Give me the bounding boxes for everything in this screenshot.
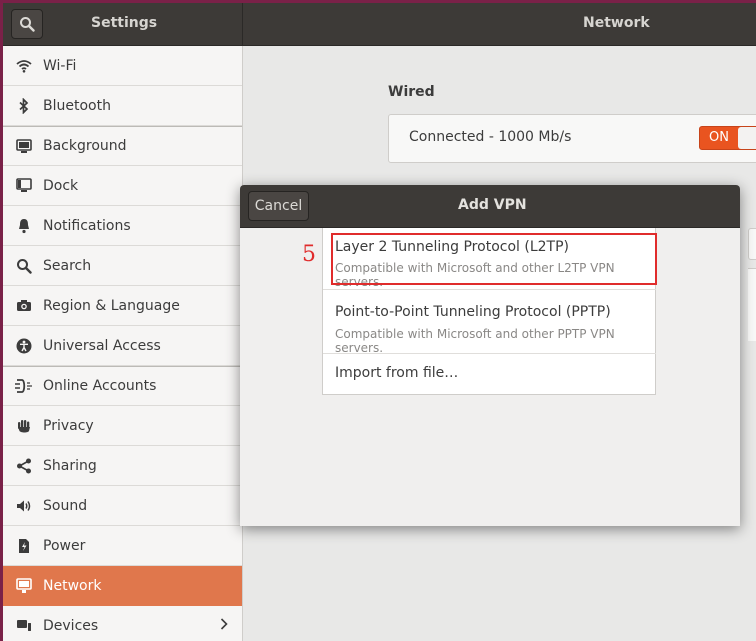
online-accounts-icon [15, 377, 33, 395]
dialog-title: Add VPN [458, 197, 527, 213]
sidebar-item-label: Background [43, 138, 127, 154]
vpn-option-description: Compatible with Microsoft and other PPTP… [335, 327, 615, 355]
vpn-option-import[interactable]: Import from file… [323, 354, 656, 394]
proxy-card-edge [748, 268, 756, 341]
camera-icon [15, 297, 33, 315]
sidebar-item-label: Region & Language [43, 297, 180, 314]
wired-status-text: Connected - 1000 Mb/s [409, 129, 572, 145]
sidebar-header: Settings [3, 3, 243, 45]
vpn-option-pptp[interactable]: Point-to-Point Tunneling Protocol (PPTP)… [323, 290, 656, 355]
sidebar-item-label: Search [43, 257, 92, 274]
power-icon [15, 537, 33, 555]
speaker-icon [15, 497, 33, 515]
dock-icon [15, 177, 33, 195]
search-icon [15, 257, 33, 275]
network-icon [15, 577, 33, 595]
sidebar-item-sound[interactable]: Sound [3, 486, 242, 526]
sidebar-item-region-language[interactable]: Region & Language [3, 286, 242, 326]
wired-toggle-switch[interactable]: ON [699, 126, 756, 150]
dialog-header: Cancel Add VPN [240, 185, 740, 228]
vpn-option-title: Point-to-Point Tunneling Protocol (PPTP) [335, 304, 611, 320]
cancel-button[interactable]: Cancel [248, 191, 309, 221]
sidebar-item-online-accounts[interactable]: Online Accounts [3, 366, 242, 406]
vpn-type-list: Layer 2 Tunneling Protocol (L2TP) Compat… [322, 228, 656, 395]
sidebar-item-bluetooth[interactable]: Bluetooth [3, 86, 242, 126]
annotation-step-number: 5 [302, 242, 316, 267]
sidebar-item-label: Online Accounts [43, 378, 157, 394]
chevron-right-icon [220, 618, 228, 634]
add-vpn-dialog: Cancel Add VPN Layer 2 Tunneling Protoco… [240, 185, 740, 526]
sidebar-item-dock[interactable]: Dock [3, 166, 242, 206]
search-icon [20, 17, 35, 32]
wired-connection-card: Connected - 1000 Mb/s ON [388, 114, 756, 163]
bell-icon [15, 217, 33, 235]
sidebar-title: Settings [91, 15, 158, 31]
sidebar-item-label: Network [43, 577, 102, 594]
sidebar-item-label: Wi-Fi [43, 57, 77, 74]
sidebar-item-sharing[interactable]: Sharing [3, 446, 242, 486]
sidebar-item-label: Sharing [43, 457, 97, 474]
vpn-card-edge [748, 228, 756, 260]
sidebar-item-notifications[interactable]: Notifications [3, 206, 242, 246]
sidebar-item-label: Power [43, 537, 86, 554]
sidebar-item-search[interactable]: Search [3, 246, 242, 286]
sidebar-item-universal-access[interactable]: Universal Access [3, 326, 242, 366]
share-icon [15, 457, 33, 475]
sidebar-item-label: Dock [43, 177, 79, 194]
sidebar-item-label: Sound [43, 497, 88, 514]
sidebar-item-label: Devices [43, 617, 99, 634]
vpn-option-description: Compatible with Microsoft and other L2TP… [335, 261, 615, 289]
accessibility-icon [15, 337, 33, 355]
hand-icon [15, 417, 33, 435]
sidebar-item-wifi[interactable]: Wi-Fi [3, 46, 242, 86]
search-button[interactable] [11, 9, 43, 39]
toggle-on-label: ON [709, 130, 729, 145]
toggle-knob [738, 127, 756, 149]
sidebar-item-power[interactable]: Power [3, 526, 242, 566]
sidebar-item-label: Notifications [43, 217, 131, 234]
vpn-option-title: Import from file… [335, 365, 459, 381]
background-icon [15, 137, 33, 155]
page-title: Network [583, 15, 650, 31]
wifi-icon [15, 57, 33, 75]
sidebar-item-label: Universal Access [43, 337, 161, 354]
sidebar-item-label: Bluetooth [43, 97, 111, 114]
sidebar-item-network[interactable]: Network [3, 566, 242, 606]
vpn-option-l2tp[interactable]: Layer 2 Tunneling Protocol (L2TP) Compat… [323, 228, 656, 290]
sidebar: Wi-Fi Bluetooth Background Dock Notifica… [3, 46, 243, 641]
bluetooth-icon [15, 97, 33, 115]
header-bar: Settings Network [3, 3, 756, 46]
vpn-option-title: Layer 2 Tunneling Protocol (L2TP) [335, 239, 569, 255]
devices-icon [15, 617, 33, 635]
sidebar-item-label: Privacy [43, 417, 94, 434]
wired-section-title: Wired [388, 84, 435, 100]
sidebar-item-privacy[interactable]: Privacy [3, 406, 242, 446]
sidebar-item-devices[interactable]: Devices [3, 606, 242, 641]
sidebar-item-background[interactable]: Background [3, 126, 242, 166]
